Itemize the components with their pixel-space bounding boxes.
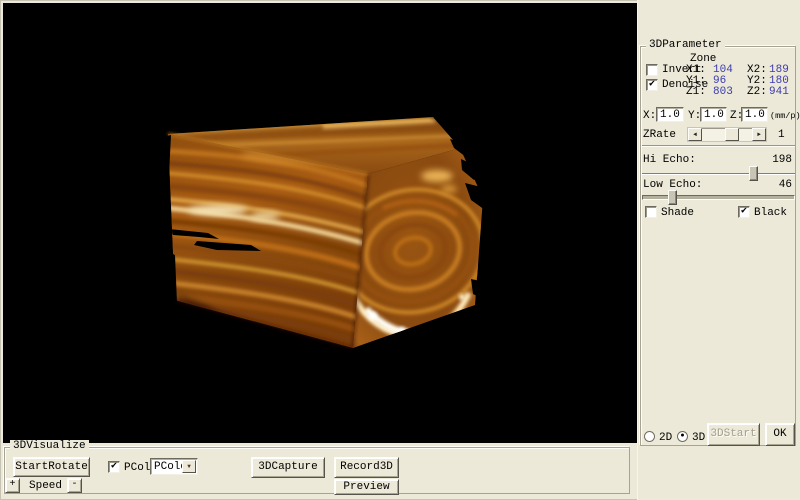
parameter-group-title: 3DParameter — [646, 39, 725, 51]
scale-x-label: X: — [643, 110, 656, 122]
speed-plus-button[interactable]: + — [5, 478, 20, 493]
hi-echo-value: 198 — [772, 154, 792, 166]
scale-unit-label: (mm/p) — [770, 111, 800, 121]
zrate-thumb[interactable] — [725, 128, 739, 141]
black-check-glyph: ✔ — [741, 206, 747, 217]
mode-2d-radio[interactable] — [644, 431, 655, 442]
hi-echo-label: Hi Echo: — [643, 154, 696, 166]
start3d-button[interactable]: 3DStart — [707, 423, 760, 446]
scale-z-input[interactable]: 1.0 — [741, 107, 768, 122]
scroll-left-icon: ◄ — [693, 131, 697, 138]
scroll-right-icon: ► — [757, 131, 761, 138]
app-window: 3DParameter Invert ✔ Denoise Zone X1: 10… — [0, 0, 800, 500]
low-echo-thumb[interactable] — [668, 190, 677, 205]
pcolor-checkbox[interactable]: ✔ — [108, 461, 120, 473]
scale-y-input[interactable]: 1.0 — [700, 107, 727, 122]
separator-line — [642, 145, 795, 147]
start-rotate-button[interactable]: StartRotate — [13, 457, 90, 477]
record-button[interactable]: Record3D — [334, 457, 399, 478]
zrate-scroll-left-button[interactable]: ◄ — [688, 128, 702, 141]
denoise-check-glyph: ✔ — [649, 79, 655, 90]
low-echo-slider[interactable] — [642, 190, 795, 206]
visualize-group-title: 3DVisualize — [10, 440, 89, 452]
black-label: Black — [754, 207, 787, 219]
zone-z2-value: 941 — [769, 86, 789, 98]
zrate-label: ZRate — [643, 129, 676, 141]
capture-button[interactable]: 3DCapture — [251, 457, 325, 478]
volume-render — [3, 3, 637, 443]
mode-3d-radio[interactable]: ● — [677, 431, 688, 442]
ok-button[interactable]: OK — [765, 423, 795, 446]
parameter-panel: 3DParameter Invert ✔ Denoise Zone X1: 10… — [637, 0, 800, 500]
preview-button[interactable]: Preview — [334, 479, 399, 495]
shade-checkbox[interactable] — [645, 206, 657, 218]
pcolor-check-glyph: ✔ — [111, 461, 117, 472]
black-checkbox[interactable]: ✔ — [738, 206, 750, 218]
mode-3d-label: 3D — [692, 432, 705, 444]
low-echo-track[interactable] — [642, 195, 795, 200]
hi-echo-thumb[interactable] — [749, 166, 758, 181]
pcolor-dropdown-button[interactable]: ▼ — [182, 460, 196, 473]
speed-minus-button[interactable]: - — [67, 478, 82, 493]
scale-x-input[interactable]: 1.0 — [656, 107, 684, 122]
speed-label: Speed — [29, 480, 62, 492]
zone-z1-value: 803 — [713, 86, 733, 98]
zone-z1-label: Z1: — [686, 86, 706, 98]
zrate-value: 1 — [778, 129, 785, 141]
zone-z2-label: Z2: — [747, 86, 767, 98]
render-viewport[interactable] — [3, 3, 637, 443]
invert-checkbox[interactable] — [646, 64, 658, 76]
pcolor-dropdown[interactable]: PColor ▼ — [150, 458, 198, 475]
mode-2d-label: 2D — [659, 432, 672, 444]
visualize-groupbox: 3DVisualize StartRotate + Speed - ✔ PCol… — [4, 447, 630, 494]
zrate-scroll-right-button[interactable]: ► — [752, 128, 766, 141]
zrate-scrollbar[interactable]: ◄ ► — [687, 127, 767, 142]
parameter-groupbox: 3DParameter Invert ✔ Denoise Zone X1: 10… — [640, 46, 796, 446]
chevron-down-icon: ▼ — [187, 463, 191, 470]
mode-3d-dot: ● — [680, 432, 684, 440]
denoise-checkbox[interactable]: ✔ — [646, 79, 658, 91]
hi-echo-track[interactable] — [642, 173, 795, 175]
shade-label: Shade — [661, 207, 694, 219]
